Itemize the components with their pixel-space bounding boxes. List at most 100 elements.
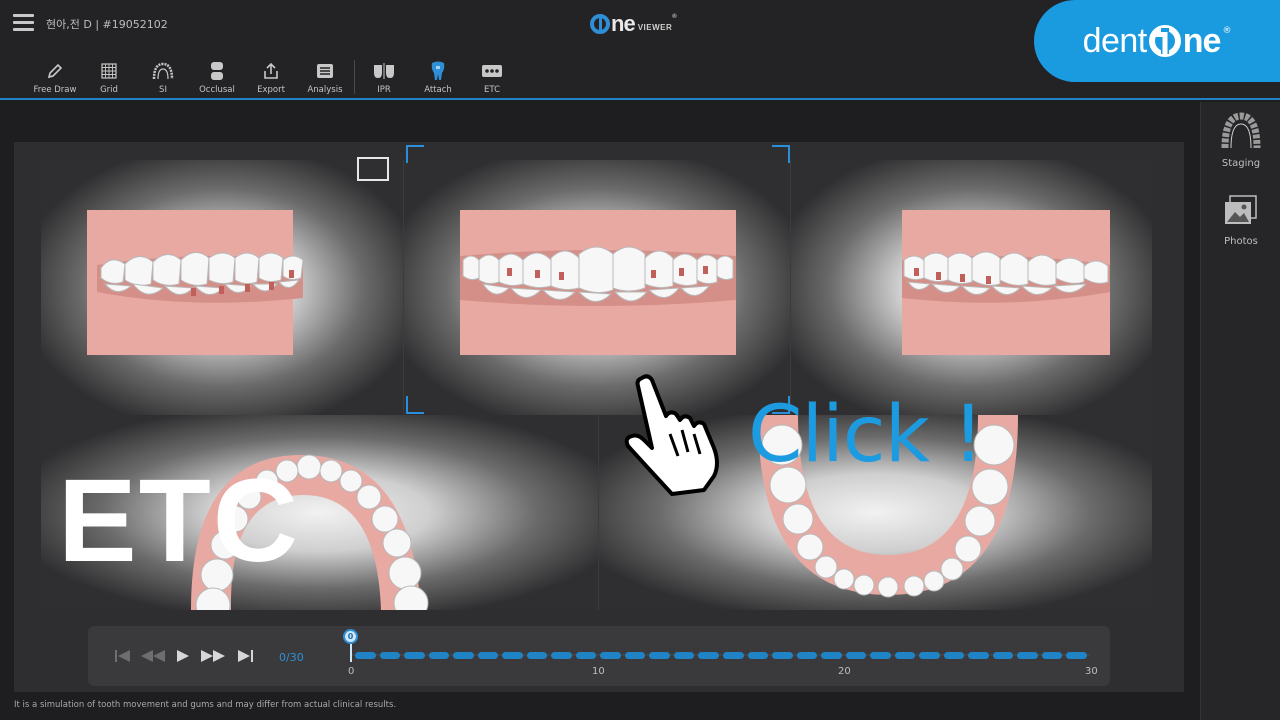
view-frontal[interactable] (403, 160, 790, 415)
timeline-step[interactable] (600, 652, 621, 659)
tool-si[interactable]: SI (136, 60, 190, 95)
timeline-step[interactable] (870, 652, 891, 659)
tool-label: Analysis (307, 85, 343, 95)
arch-icon (136, 60, 190, 82)
tick-label: 10 (592, 666, 605, 677)
tool-occlusal[interactable]: Occlusal (190, 60, 244, 95)
tool-label: IPR (377, 85, 391, 95)
right-sidebar: Staging Photos (1200, 102, 1280, 720)
tool-grid[interactable]: Grid (82, 60, 136, 95)
timeline-step[interactable] (673, 652, 695, 659)
timeline-step[interactable] (1041, 652, 1063, 659)
tool-label: Export (257, 85, 285, 95)
timeline-step[interactable] (624, 652, 646, 659)
menu-icon[interactable] (13, 14, 34, 32)
export-icon (244, 60, 298, 82)
tick-label: 30 (1085, 666, 1098, 677)
play-button[interactable] (176, 646, 190, 666)
toolbar-separator (354, 60, 355, 94)
view-divider (403, 160, 404, 415)
layout-toggle-box[interactable] (357, 157, 389, 181)
play-icon (177, 650, 189, 662)
sidebar-item-photos[interactable]: Photos (1201, 194, 1280, 247)
grid-icon (82, 60, 136, 82)
etc-caption: ETC (58, 455, 300, 587)
timeline-step[interactable] (992, 652, 1014, 659)
timeline-step[interactable] (796, 652, 818, 659)
timeline-step[interactable] (379, 652, 401, 659)
timeline-step[interactable] (575, 652, 597, 659)
timeline-step[interactable] (428, 652, 450, 659)
dental-model-right (87, 210, 304, 355)
timeline-step[interactable] (943, 652, 965, 659)
fast-forward-icon (201, 650, 225, 662)
tick-label: 20 (838, 666, 851, 677)
timeline-knob-stem (350, 644, 352, 662)
dentone-brand-badge: dent ne ® (1034, 0, 1280, 82)
staging-arch-icon (1221, 112, 1261, 149)
skip-forward-icon (238, 650, 253, 662)
timeline-step[interactable] (821, 652, 842, 659)
timeline-step[interactable] (845, 652, 867, 659)
view-right-buccal[interactable] (41, 160, 403, 415)
fast-forward-button[interactable] (200, 646, 226, 666)
toolbar: Free Draw Grid SI Occlusal Export Analys… (28, 60, 519, 98)
tool-attach[interactable]: Attach (411, 60, 465, 95)
tool-ipr[interactable]: IPR (357, 60, 411, 95)
tool-label: Attach (424, 85, 452, 95)
model-viewport[interactable] (14, 142, 1184, 692)
sidebar-item-staging[interactable]: Staging (1201, 110, 1280, 169)
skip-back-icon (115, 650, 130, 662)
timeline-step[interactable] (355, 652, 376, 659)
timeline-step[interactable] (747, 652, 769, 659)
tool-export[interactable]: Export (244, 60, 298, 95)
photos-icon (1225, 195, 1257, 224)
tool-free-draw[interactable]: Free Draw (28, 60, 82, 95)
view-left-buccal[interactable] (790, 160, 1152, 415)
brand-dent-text: dent (1082, 21, 1148, 60)
tool-label: SI (159, 85, 167, 95)
first-stage-button[interactable] (114, 646, 132, 666)
timeline-knob[interactable]: 0 (343, 629, 358, 644)
timeline-step[interactable] (453, 652, 474, 659)
rewind-button[interactable] (140, 646, 166, 666)
timeline-step[interactable] (526, 652, 548, 659)
logo-viewer-text: VIEWER (637, 23, 673, 32)
timeline-step[interactable] (551, 652, 572, 659)
timeline-step[interactable] (477, 652, 499, 659)
last-stage-button[interactable] (236, 646, 254, 666)
timeline-step[interactable] (919, 652, 940, 659)
timeline-step[interactable] (649, 652, 670, 659)
disclaimer-text: It is a simulation of tooth movement and… (14, 700, 397, 710)
pointer-hand-icon (624, 374, 719, 496)
oneviewer-logo: ne VIEWER ® (590, 10, 678, 35)
brand-reg-mark: ® (1222, 26, 1232, 36)
tool-label: Grid (100, 85, 118, 95)
logo-reg-mark: ® (672, 14, 678, 20)
timeline-step[interactable] (698, 652, 719, 659)
tool-label: Free Draw (33, 85, 77, 95)
view-divider (790, 160, 791, 415)
timeline-step[interactable] (894, 652, 916, 659)
rewind-icon (141, 650, 165, 662)
pencil-icon (28, 60, 82, 82)
timeline-step[interactable] (968, 652, 989, 659)
timeline-step[interactable] (723, 652, 744, 659)
click-caption: Click ! (748, 390, 984, 480)
timeline-step[interactable] (772, 652, 793, 659)
tool-analysis[interactable]: Analysis (298, 60, 352, 95)
tool-etc[interactable]: ETC (465, 60, 519, 95)
logo-o-icon (590, 14, 610, 34)
ipr-icon (357, 60, 411, 82)
brand-o-icon (1148, 25, 1181, 57)
dental-model-left (902, 210, 1110, 355)
timeline-step[interactable] (1066, 652, 1087, 659)
more-icon (465, 60, 519, 82)
dental-model-front (460, 210, 736, 355)
selection-corner (406, 396, 424, 414)
timeline-step[interactable] (1017, 652, 1038, 659)
view-divider (598, 415, 599, 610)
timeline-step[interactable] (502, 652, 523, 659)
staging-timeline: 0/30 0 0 10 20 30 (88, 626, 1110, 686)
timeline-step[interactable] (404, 652, 425, 659)
